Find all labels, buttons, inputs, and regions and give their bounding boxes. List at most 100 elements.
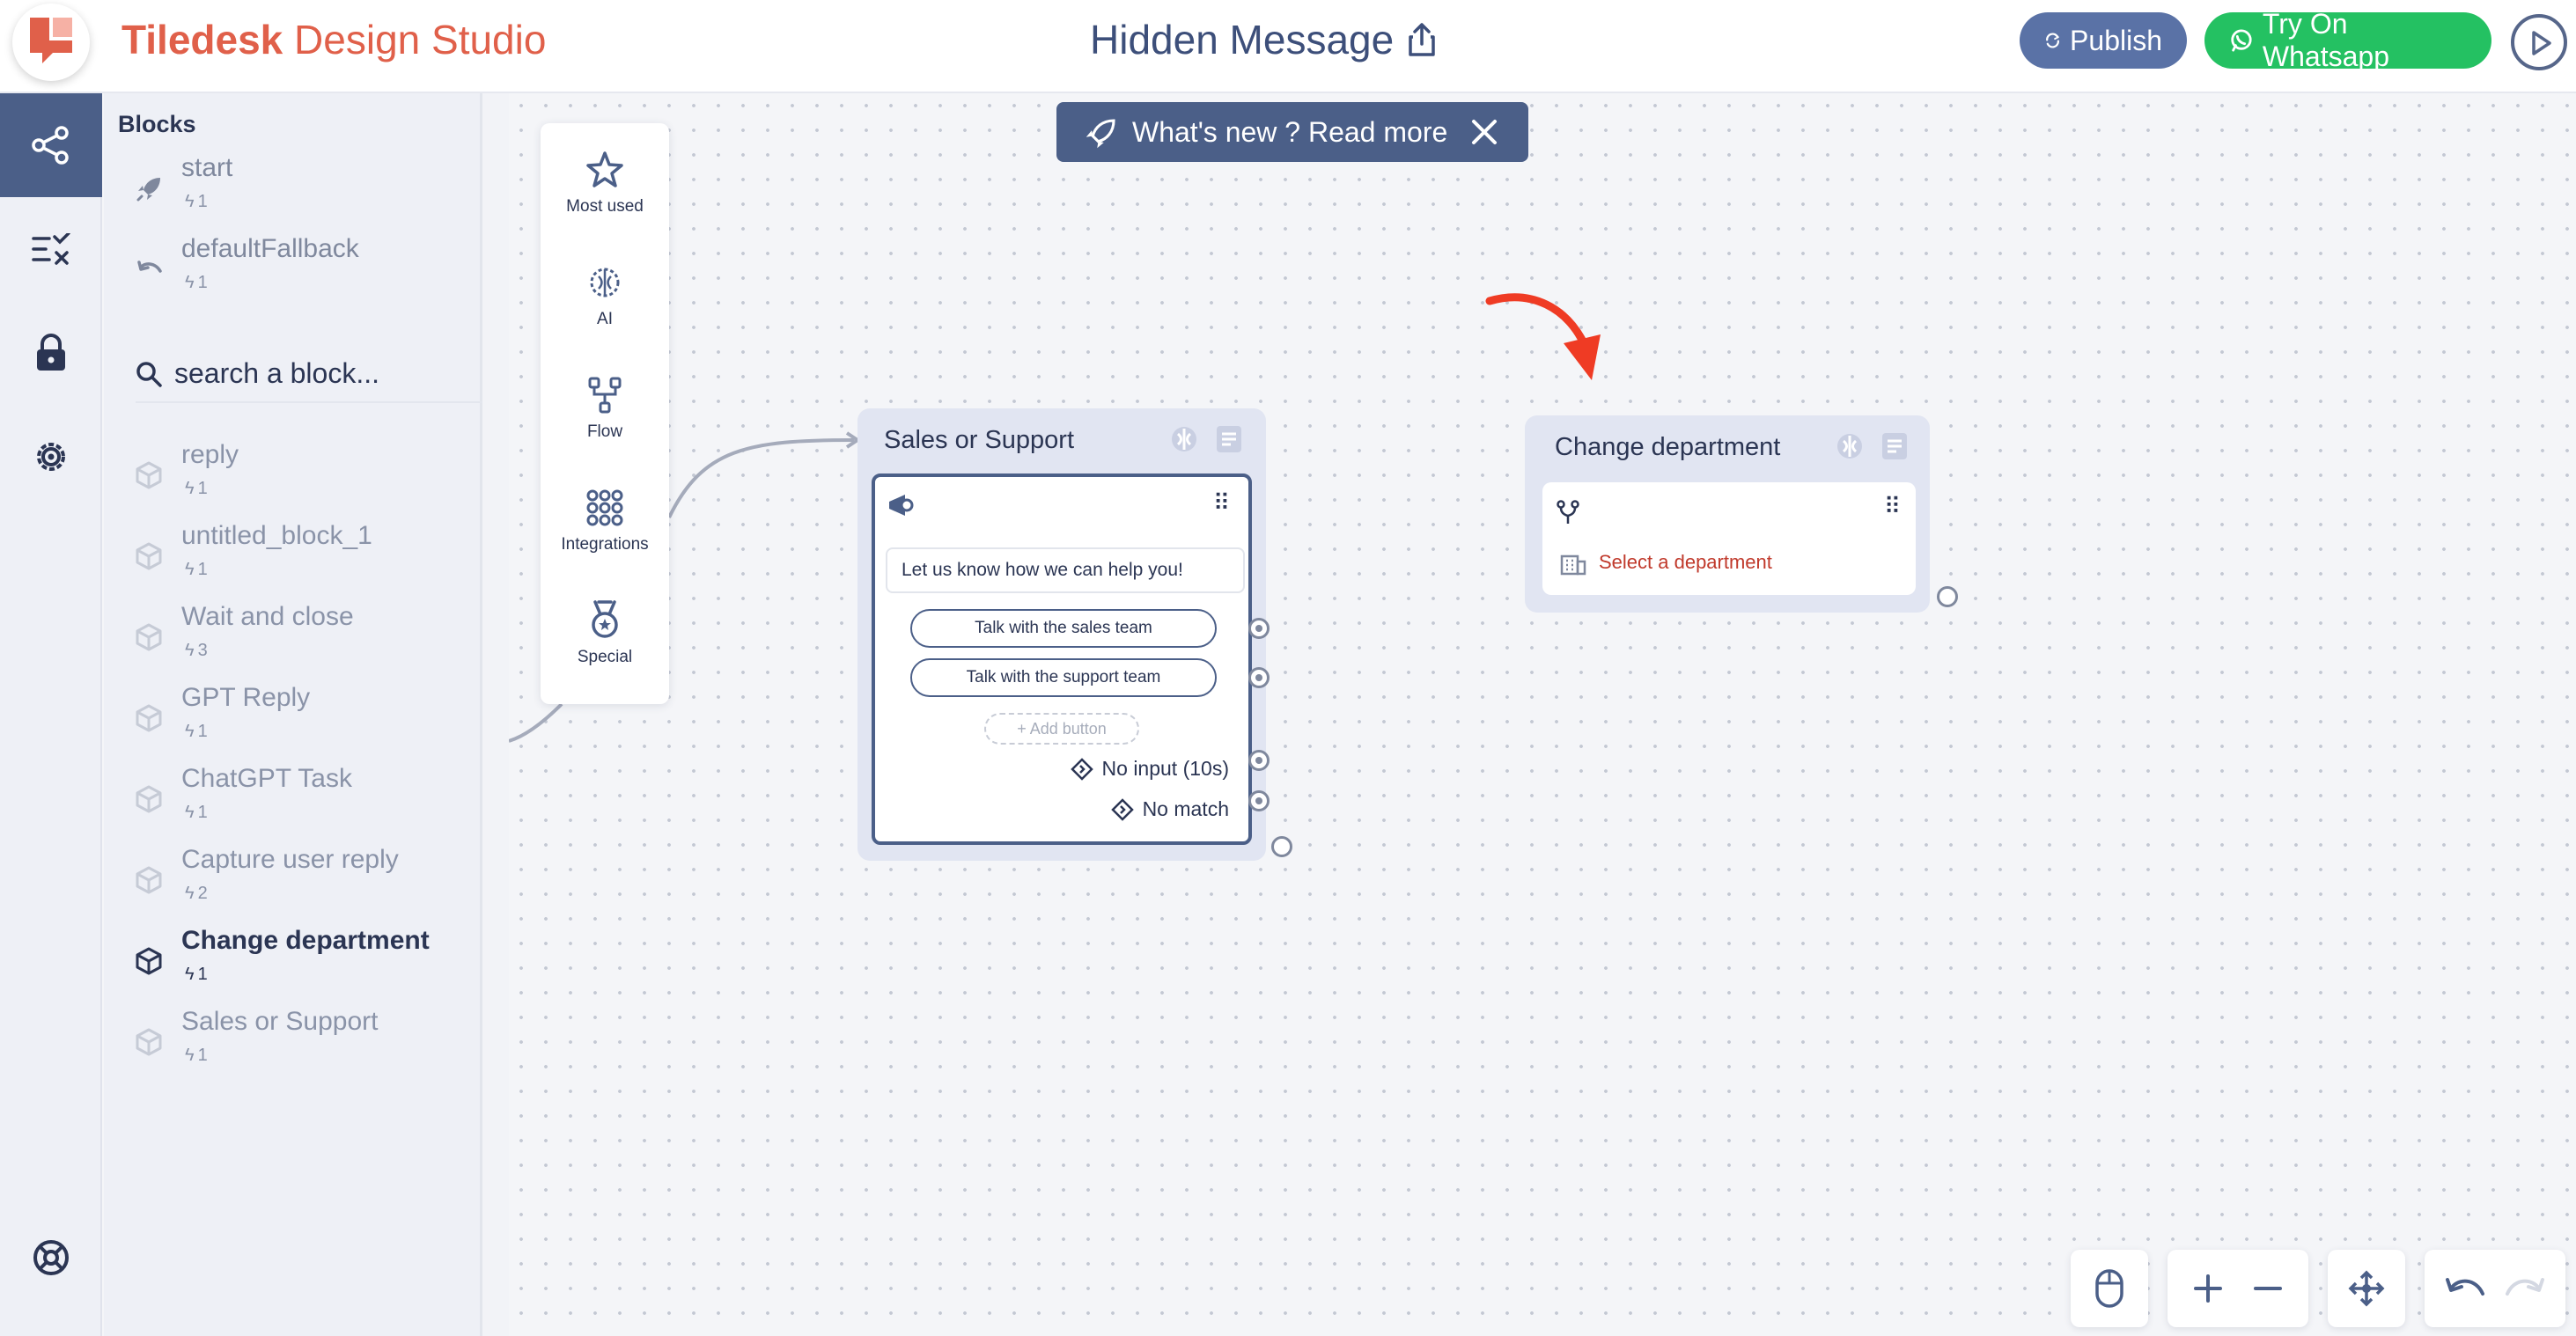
note-icon[interactable] xyxy=(1880,431,1909,461)
block-count-value: 2 xyxy=(197,884,208,903)
connector-port[interactable] xyxy=(1248,667,1270,688)
block-item-start[interactable]: start ϟ1 xyxy=(104,151,482,231)
block-count-value: 1 xyxy=(197,722,208,741)
block-node-sales-or-support[interactable]: Sales or Support ⠿ Let us know how we ca… xyxy=(857,408,1266,861)
share-icon[interactable] xyxy=(1408,23,1436,56)
zoom-controls xyxy=(2168,1250,2308,1327)
lock-icon xyxy=(37,334,65,371)
block-count: ϟ3 xyxy=(185,641,208,661)
block-name: start xyxy=(181,153,233,182)
canvas-edge xyxy=(482,93,509,1336)
megaphone-icon xyxy=(889,495,914,516)
block-node-change-department[interactable]: Change department ⠿ Select a department xyxy=(1525,415,1930,613)
move-arrows-icon xyxy=(2348,1270,2385,1307)
flow-title-text: Hidden Message xyxy=(1090,17,1395,62)
message-text[interactable]: Let us know how we can help you! xyxy=(886,547,1245,593)
ai-brain-icon xyxy=(590,268,620,297)
building-icon xyxy=(1560,554,1586,576)
reply-button-support[interactable]: Talk with the support team xyxy=(910,658,1217,697)
palette-ai[interactable]: AI xyxy=(541,236,669,349)
connector-port[interactable] xyxy=(1248,790,1270,811)
list-item[interactable]: untitled_block_1 ϟ1 xyxy=(104,519,482,598)
list-item[interactable]: Capture user reply ϟ2 xyxy=(104,843,482,922)
block-count: ϟ1 xyxy=(185,479,208,499)
palette-most-used[interactable]: Most used xyxy=(541,123,669,236)
list-item[interactable]: ChatGPT Task ϟ1 xyxy=(104,762,482,841)
zoom-out-icon[interactable] xyxy=(2252,1273,2284,1304)
tiledesk-logo[interactable] xyxy=(12,4,90,81)
drag-handle-icon[interactable]: ⠿ xyxy=(1884,493,1901,520)
node-title[interactable]: Change department xyxy=(1555,433,1780,462)
redo-icon[interactable] xyxy=(2504,1273,2546,1304)
fit-view-control[interactable] xyxy=(2328,1250,2405,1327)
brand-title: Tiledesk Design Studio xyxy=(121,16,546,63)
publish-button[interactable]: Publish xyxy=(2020,12,2187,69)
ai-brain-icon[interactable] xyxy=(1169,424,1199,454)
list-item[interactable]: reply ϟ1 xyxy=(104,438,482,518)
play-test-button[interactable] xyxy=(2511,14,2567,70)
diamond-icon xyxy=(1110,797,1134,821)
select-department-label[interactable]: Select a department xyxy=(1599,551,1772,574)
rail-item-help[interactable] xyxy=(0,1206,102,1310)
no-input-condition[interactable]: No input (10s) xyxy=(1070,757,1229,781)
block-count-value: 1 xyxy=(197,1046,208,1065)
note-icon[interactable] xyxy=(1215,424,1243,454)
checklist-icon xyxy=(32,233,70,265)
block-name: reply xyxy=(181,440,239,469)
block-count: ϟ1 xyxy=(185,560,208,580)
rail-item-intents[interactable] xyxy=(0,197,102,301)
palette-special[interactable]: Special xyxy=(541,574,669,686)
mouse-mode-control[interactable] xyxy=(2071,1250,2148,1327)
no-input-label: No input (10s) xyxy=(1101,757,1229,780)
block-item-default-fallback[interactable]: defaultFallback ϟ1 xyxy=(104,232,482,312)
action-palette: Most used AI Flow Integrations Special xyxy=(541,123,669,704)
branch-icon xyxy=(1557,500,1579,524)
whats-new-text[interactable]: What's new ? Read more xyxy=(1132,116,1447,149)
block-count-value: 1 xyxy=(197,965,208,984)
block-name: Change department xyxy=(181,926,430,955)
rail-item-settings[interactable] xyxy=(0,405,102,509)
whats-new-banner[interactable]: What's new ? Read more xyxy=(1056,102,1528,162)
drag-handle-icon[interactable]: ⠿ xyxy=(1213,489,1230,517)
reply-action[interactable]: ⠿ Let us know how we can help you! Talk … xyxy=(872,473,1252,845)
play-icon xyxy=(2532,31,2551,55)
top-header: Tiledesk Design Studio Hidden Message Pu… xyxy=(0,0,2576,93)
no-match-label: No match xyxy=(1142,797,1229,820)
bolt-icon: ϟ xyxy=(185,560,195,579)
cube-icon xyxy=(136,623,162,651)
list-item[interactable]: Wait and close ϟ3 xyxy=(104,600,482,679)
list-item[interactable]: Change department ϟ1 xyxy=(104,924,482,1003)
reply-button-sales[interactable]: Talk with the sales team xyxy=(910,609,1217,648)
brand-bold: Tiledesk xyxy=(121,17,283,62)
connector-port[interactable] xyxy=(1248,618,1270,639)
ai-brain-icon[interactable] xyxy=(1835,431,1865,461)
palette-label: Integrations xyxy=(561,535,649,554)
palette-flow[interactable]: Flow xyxy=(541,349,669,461)
connector-port[interactable] xyxy=(1248,750,1270,771)
list-item[interactable]: Sales or Support ϟ1 xyxy=(104,1005,482,1084)
zoom-in-icon[interactable] xyxy=(2192,1273,2224,1304)
flow-branch-icon xyxy=(588,377,622,414)
no-match-condition[interactable]: No match xyxy=(1110,797,1229,821)
block-count-value: 1 xyxy=(197,803,208,822)
flow-title[interactable]: Hidden Message xyxy=(1090,16,1436,63)
close-icon[interactable] xyxy=(1467,114,1502,150)
palette-integrations[interactable]: Integrations xyxy=(541,461,669,574)
search-input[interactable] xyxy=(174,354,491,393)
share-nodes-icon xyxy=(32,126,69,165)
cube-icon xyxy=(136,461,162,489)
block-name: defaultFallback xyxy=(181,234,359,263)
add-button[interactable]: + Add button xyxy=(984,713,1139,745)
cube-icon xyxy=(136,1028,162,1056)
list-item[interactable]: GPT Reply ϟ1 xyxy=(104,681,482,760)
try-on-whatsapp-button[interactable]: Try On Whatsapp xyxy=(2204,8,2491,72)
undo-icon[interactable] xyxy=(2444,1273,2486,1304)
rail-item-flow[interactable] xyxy=(0,93,102,197)
change-department-action[interactable]: ⠿ Select a department xyxy=(1542,482,1916,595)
connector-port[interactable] xyxy=(1271,836,1292,857)
bolt-icon: ϟ xyxy=(185,722,195,741)
connector-port[interactable] xyxy=(1937,586,1958,607)
node-title[interactable]: Sales or Support xyxy=(884,426,1074,455)
rail-item-security[interactable] xyxy=(0,301,102,405)
rocket-icon xyxy=(136,178,160,202)
